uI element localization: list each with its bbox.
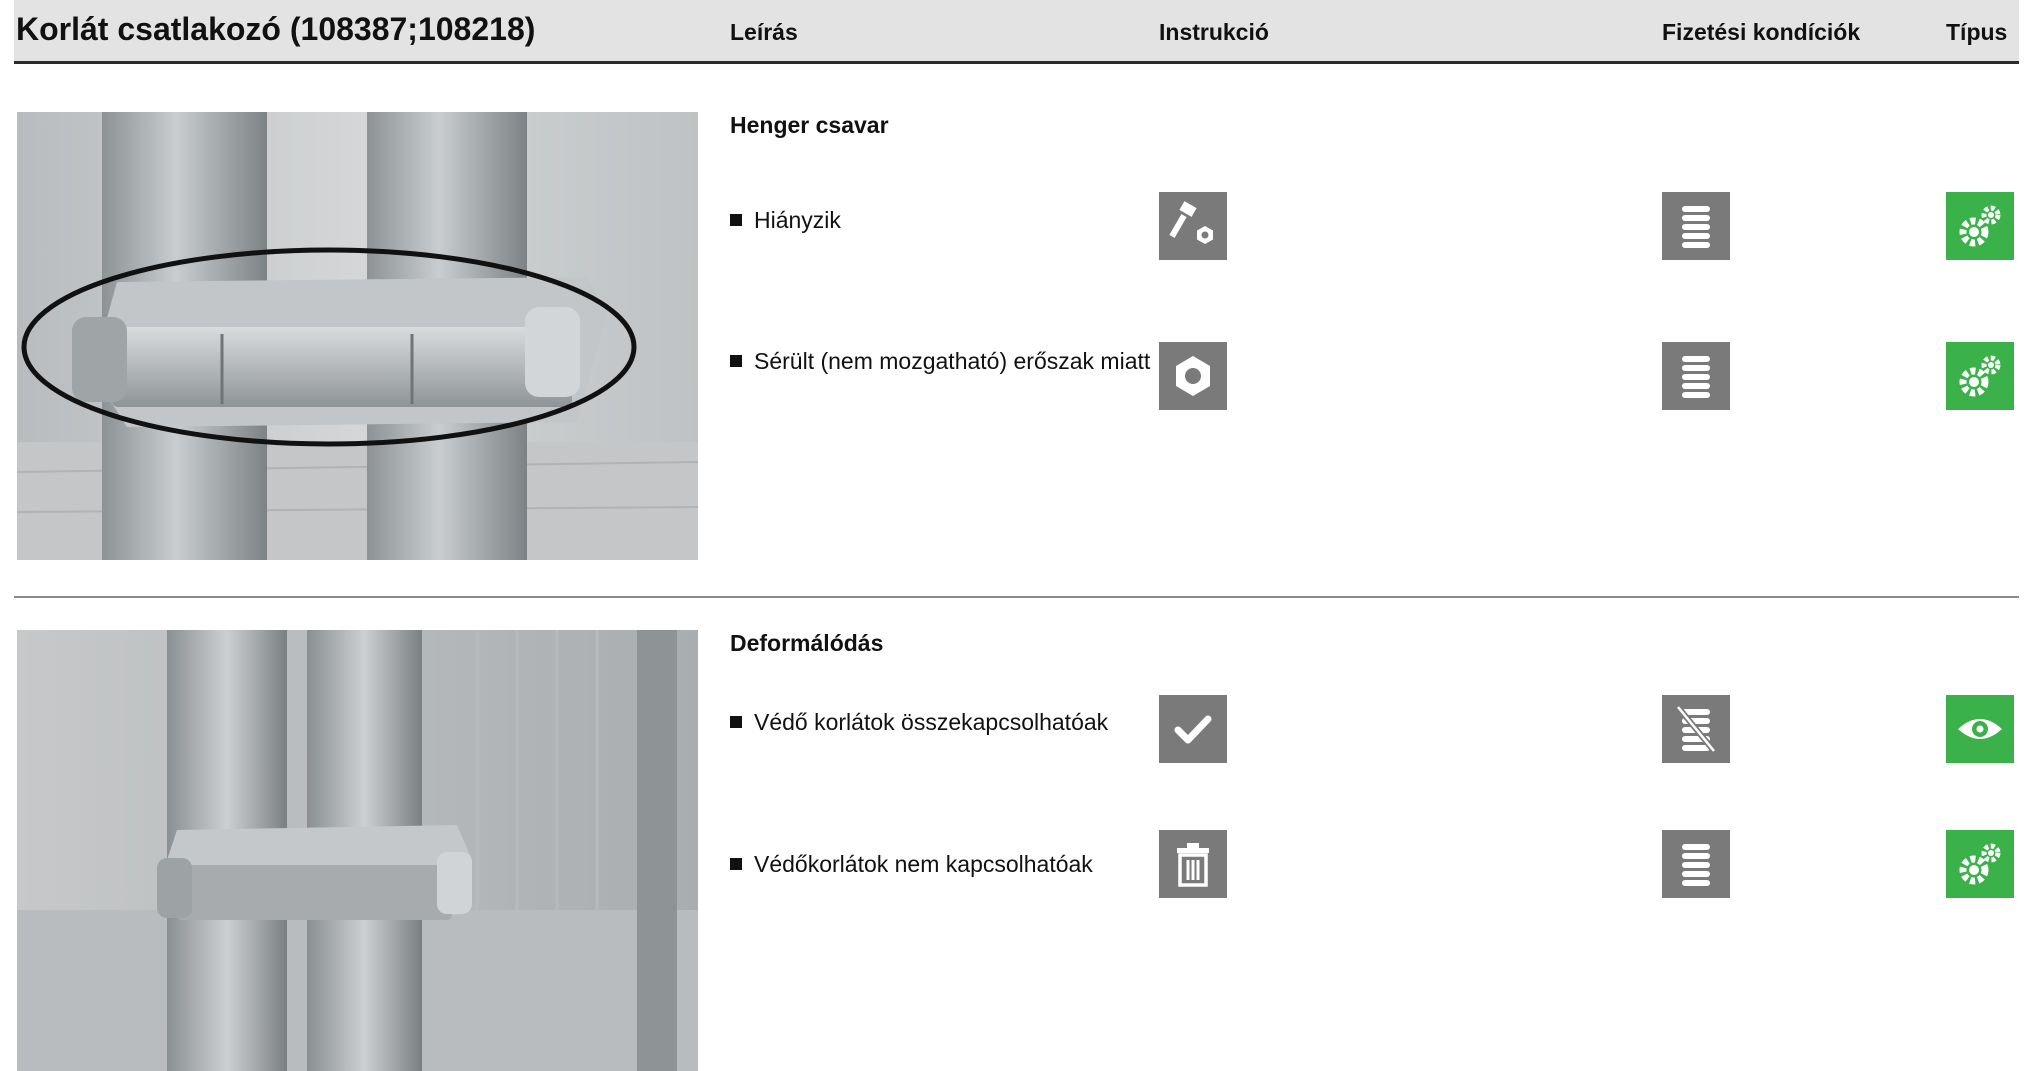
item-label: Hiányzik [754,207,841,233]
gears-icon [1946,830,2014,898]
column-header-type: Típus [1946,19,2008,45]
list-item: Sérült (nem mozgatható) erőszak miatt [730,346,1156,377]
item-label: Védőkorlátok nem kapcsolhatóak [754,851,1093,877]
eye-icon [1946,695,2014,763]
photo-railing-connector-deformation [17,630,698,1071]
item-label: Védő korlátok összekapcsolhatóak [754,709,1109,735]
list-item: Védő korlátok összekapcsolhatóak [730,707,1130,738]
trash-icon [1159,830,1227,898]
item-label: Sérült (nem mozgatható) erőszak miatt [754,348,1151,374]
section-divider [14,596,2019,598]
bullet-marker [730,858,742,870]
gears-icon [1946,192,2014,260]
coin-stack-crossed-icon [1662,695,1730,763]
page-title: Korlát csatlakozó (108387;108218) [16,11,536,47]
gears-icon [1946,342,2014,410]
checkmark-icon [1159,695,1227,763]
column-header-instruction: Instrukció [1159,19,1269,45]
coin-stack-icon [1662,342,1730,410]
coin-stack-icon [1662,830,1730,898]
coin-stack-icon [1662,192,1730,260]
photo-railing-connector-bolt [17,112,698,560]
bullet-marker [730,214,742,226]
column-header-description: Leírás [730,19,798,45]
section-heading: Deformálódás [730,630,884,656]
bullet-marker [730,355,742,367]
list-item: Védőkorlátok nem kapcsolhatóak [730,849,1130,880]
bullet-marker [730,716,742,728]
bolt-nut-icon [1159,192,1227,260]
nut-icon [1159,342,1227,410]
column-header-payment: Fizetési kondíciók [1662,19,1861,45]
list-item: Hiányzik [730,205,1130,236]
section-heading: Henger csavar [730,112,889,138]
table-header: Korlát csatlakozó (108387;108218) Leírás… [14,0,2019,64]
